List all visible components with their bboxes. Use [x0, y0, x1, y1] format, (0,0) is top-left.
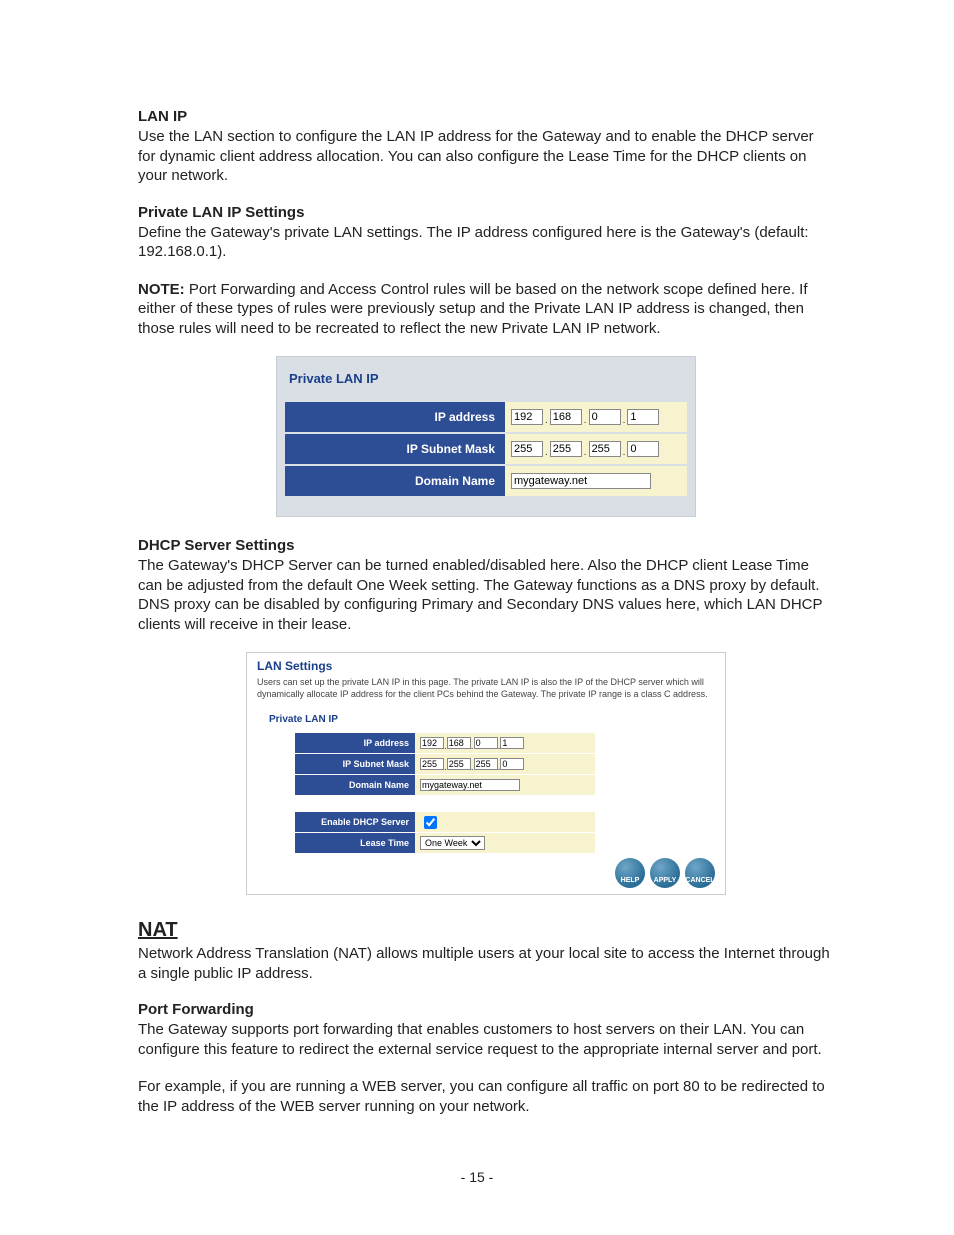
- ip-octet-3[interactable]: [589, 409, 621, 425]
- panel2-desc: Users can set up the private LAN IP in t…: [247, 675, 725, 712]
- panel1-title: Private LAN IP: [285, 367, 687, 402]
- heading-nat: NAT: [138, 919, 834, 942]
- dot-icon: .: [471, 762, 474, 773]
- mask2-octet-3[interactable]: [474, 758, 498, 770]
- heading-lan-ip: LAN IP: [138, 108, 834, 125]
- label2-domain-name: Domain Name: [295, 775, 415, 795]
- panel2-title: LAN Settings: [247, 653, 725, 675]
- panel-private-lan-ip: Private LAN IP IP address . . . IP Subne…: [276, 356, 696, 517]
- dot-icon: .: [545, 447, 548, 458]
- mask2-octet-2[interactable]: [447, 758, 471, 770]
- label-subnet-mask: IP Subnet Mask: [285, 434, 505, 464]
- dot-icon: .: [471, 741, 474, 752]
- para-lan-ip: Use the LAN section to configure the LAN…: [138, 127, 834, 186]
- ip-octet-4[interactable]: [627, 409, 659, 425]
- mask-octet-4[interactable]: [627, 441, 659, 457]
- cancel-button[interactable]: CANCEL: [685, 858, 715, 888]
- para-portfw-1: The Gateway supports port forwarding tha…: [138, 1020, 834, 1059]
- dot-icon: .: [584, 415, 587, 426]
- para-dhcp: The Gateway's DHCP Server can be turned …: [138, 556, 834, 634]
- ip2-octet-2[interactable]: [447, 737, 471, 749]
- domain2-input[interactable]: [420, 779, 520, 791]
- para-nat: Network Address Translation (NAT) allows…: [138, 944, 834, 983]
- domain-name-input[interactable]: [511, 473, 651, 489]
- heading-private-lan: Private LAN IP Settings: [138, 204, 834, 221]
- para-portfw-2: For example, if you are running a WEB se…: [138, 1077, 834, 1116]
- mask-octet-1[interactable]: [511, 441, 543, 457]
- ip-octet-1[interactable]: [511, 409, 543, 425]
- ip2-octet-1[interactable]: [420, 737, 444, 749]
- mask2-octet-4[interactable]: [500, 758, 524, 770]
- note-body: Port Forwarding and Access Control rules…: [138, 281, 808, 337]
- dot-icon: .: [623, 415, 626, 426]
- para-private-lan: Define the Gateway's private LAN setting…: [138, 223, 834, 262]
- mask-octet-3[interactable]: [589, 441, 621, 457]
- label2-lease-time: Lease Time: [295, 833, 415, 853]
- label-ip-address: IP address: [285, 402, 505, 432]
- dot-icon: .: [498, 762, 501, 773]
- label-domain-name: Domain Name: [285, 466, 505, 496]
- ip2-octet-3[interactable]: [474, 737, 498, 749]
- ip-octet-2[interactable]: [550, 409, 582, 425]
- page-number: - 15 -: [0, 1169, 954, 1185]
- apply-button[interactable]: APPLY: [650, 858, 680, 888]
- heading-dhcp: DHCP Server Settings: [138, 537, 834, 554]
- ip2-octet-4[interactable]: [500, 737, 524, 749]
- dot-icon: .: [584, 447, 587, 458]
- dot-icon: .: [498, 741, 501, 752]
- panel-lan-settings: LAN Settings Users can set up the privat…: [246, 652, 726, 895]
- mask2-octet-1[interactable]: [420, 758, 444, 770]
- panel2-sub: Private LAN IP: [247, 712, 725, 733]
- dot-icon: .: [623, 447, 626, 458]
- note-label: NOTE:: [138, 281, 185, 298]
- dot-icon: .: [545, 415, 548, 426]
- mask-octet-2[interactable]: [550, 441, 582, 457]
- heading-port-forwarding: Port Forwarding: [138, 1001, 834, 1018]
- lease-time-select[interactable]: One Week: [420, 836, 485, 850]
- note-paragraph: NOTE: Port Forwarding and Access Control…: [138, 280, 834, 339]
- label2-ip-address: IP address: [295, 733, 415, 753]
- label2-enable-dhcp: Enable DHCP Server: [295, 812, 415, 832]
- label2-subnet-mask: IP Subnet Mask: [295, 754, 415, 774]
- dot-icon: .: [444, 741, 447, 752]
- help-button[interactable]: HELP: [615, 858, 645, 888]
- dot-icon: .: [444, 762, 447, 773]
- enable-dhcp-checkbox[interactable]: [424, 816, 437, 829]
